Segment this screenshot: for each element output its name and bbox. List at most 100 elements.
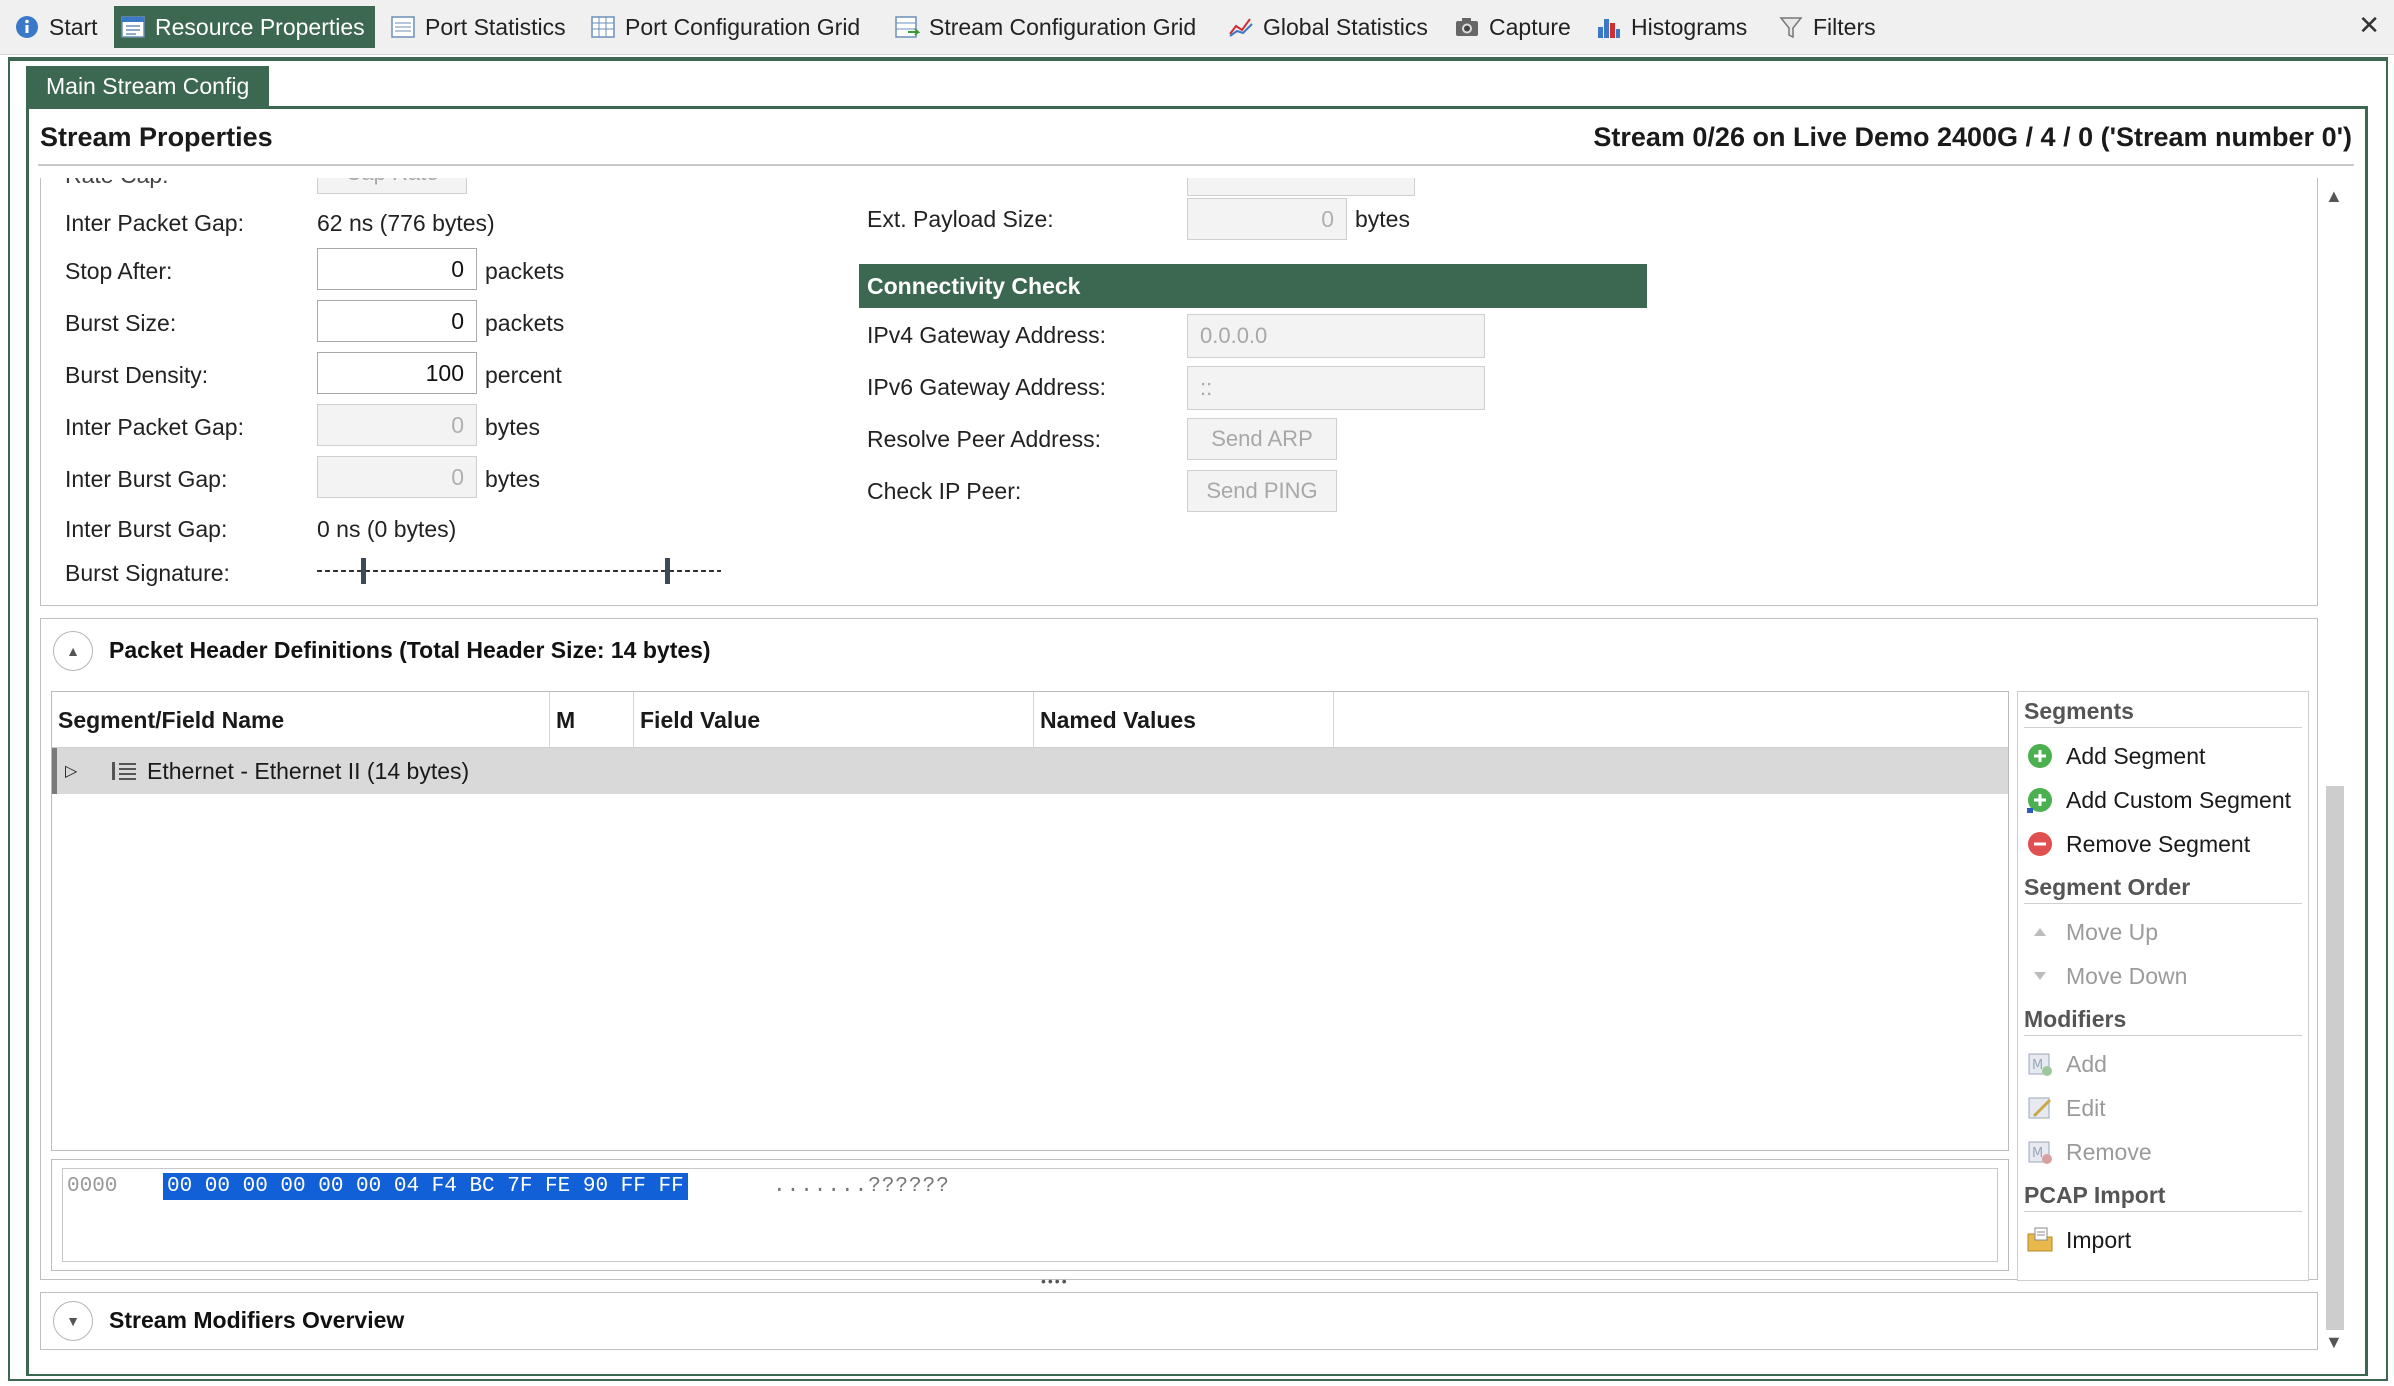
ibg-bytes-label: Inter Burst Gap: bbox=[65, 466, 228, 492]
funnel-icon bbox=[1778, 14, 1804, 40]
segments-group-title: Segments bbox=[2024, 698, 2302, 728]
splitter-handle[interactable]: •••• bbox=[1041, 1273, 1069, 1289]
arrow-down-icon bbox=[2026, 962, 2054, 990]
ipg-bytes-input[interactable]: 0 bbox=[317, 404, 477, 446]
tab-label: Capture bbox=[1489, 13, 1571, 40]
ipv6-gateway-input[interactable]: :: bbox=[1187, 366, 1485, 410]
remove-segment-button[interactable]: Remove Segment bbox=[2026, 830, 2250, 858]
tab-label: Stream Configuration Grid bbox=[929, 13, 1197, 40]
svg-text:M: M bbox=[2032, 1058, 2043, 1073]
burst-density-input[interactable]: 100 bbox=[317, 352, 477, 394]
table-row[interactable]: ▷ Ethernet - Ethernet II (14 bytes) bbox=[52, 748, 2008, 794]
add-custom-segment-button[interactable]: Add Custom Segment bbox=[2026, 786, 2291, 814]
column-header-named-values[interactable]: Named Values bbox=[1034, 692, 1334, 748]
import-button[interactable]: Import bbox=[2026, 1226, 2131, 1254]
packet-header-title: Packet Header Definitions (Total Header … bbox=[109, 637, 711, 663]
column-header-field-value[interactable]: Field Value bbox=[634, 692, 1034, 748]
hex-view: 0000 00 00 00 00 00 00 04 F4 BC 7F FE 90… bbox=[51, 1159, 2009, 1271]
expand-icon[interactable]: ▷ bbox=[65, 761, 87, 781]
tab-filters[interactable]: Filters bbox=[1778, 7, 1876, 47]
burst-size-input[interactable]: 0 bbox=[317, 300, 477, 342]
connectivity-check-header: Connectivity Check bbox=[859, 264, 1647, 308]
arrow-up-icon bbox=[2026, 918, 2054, 946]
modifier-remove-label: Remove bbox=[2066, 1138, 2152, 1165]
add-custom-segment-label: Add Custom Segment bbox=[2066, 786, 2292, 813]
collapse-icon[interactable]: ▲ bbox=[53, 631, 93, 671]
svg-text:M: M bbox=[2032, 1146, 2043, 1161]
ipv4-gateway-input[interactable]: 0.0.0.0 bbox=[1187, 314, 1485, 358]
grid-icon bbox=[590, 14, 616, 40]
minus-circle-icon bbox=[2026, 830, 2054, 858]
tab-label: Port Configuration Grid bbox=[625, 13, 861, 40]
ext-payload-input[interactable]: 0 bbox=[1187, 198, 1347, 240]
column-header-segment[interactable]: Segment/Field Name bbox=[52, 692, 550, 748]
tab-label: Filters bbox=[1813, 13, 1876, 40]
properties-scroll-area: Rate Cap: Cap Rate Inter Packet Gap: 62 … bbox=[40, 178, 2318, 1350]
partial-field[interactable] bbox=[1187, 178, 1415, 196]
ext-payload-label: Ext. Payload Size: bbox=[867, 206, 1054, 232]
tab-start[interactable]: Start bbox=[14, 7, 98, 47]
tab-main-stream-config[interactable]: Main Stream Config bbox=[26, 66, 270, 106]
modifier-add-button[interactable]: M Add bbox=[2026, 1050, 2107, 1078]
rate-cap-label: Rate Cap: bbox=[65, 178, 169, 189]
tab-stream-configuration-grid[interactable]: Stream Configuration Grid bbox=[894, 7, 1196, 47]
move-down-label: Move Down bbox=[2066, 962, 2188, 989]
burst-size-label: Burst Size: bbox=[65, 310, 177, 336]
modifier-edit-button[interactable]: Edit bbox=[2026, 1094, 2106, 1122]
tab-global-statistics[interactable]: Global Statistics bbox=[1228, 7, 1428, 47]
tab-resource-properties[interactable]: Resource Properties bbox=[114, 6, 375, 48]
modifier-edit-icon bbox=[2026, 1094, 2054, 1122]
scroll-up-icon[interactable]: ▲ bbox=[2325, 186, 2343, 207]
remove-segment-label: Remove Segment bbox=[2066, 830, 2251, 857]
burst-signature-graphic bbox=[317, 558, 721, 584]
modifier-remove-button[interactable]: M Remove bbox=[2026, 1138, 2152, 1166]
tab-histograms[interactable]: Histograms bbox=[1596, 7, 1747, 47]
tab-port-statistics[interactable]: Port Statistics bbox=[390, 7, 566, 47]
modifiers-group-title: Modifiers bbox=[2024, 1006, 2302, 1036]
ibg-bytes-unit: bytes bbox=[485, 466, 540, 492]
folder-import-icon bbox=[2026, 1226, 2054, 1254]
scroll-thumb[interactable] bbox=[2326, 786, 2344, 1330]
line-chart-icon bbox=[1228, 14, 1254, 40]
modifier-add-label: Add bbox=[2066, 1050, 2107, 1077]
tab-bar: Start Resource Properties Port Statistic… bbox=[0, 0, 2394, 55]
send-arp-button[interactable]: Send ARP bbox=[1187, 418, 1337, 460]
ibg-time-value: 0 ns (0 bytes) bbox=[317, 516, 457, 542]
page-title: Stream Properties bbox=[40, 122, 273, 152]
ipv6-gateway-label: IPv6 Gateway Address: bbox=[867, 374, 1107, 400]
packet-header-definitions-section: ▲ Packet Header Definitions (Total Heade… bbox=[40, 618, 2318, 1289]
add-segment-label: Add Segment bbox=[2066, 742, 2206, 769]
grid-arrow-icon bbox=[894, 14, 920, 40]
burst-density-unit: percent bbox=[485, 362, 562, 388]
stop-after-unit: packets bbox=[485, 258, 565, 284]
ibg-bytes-input[interactable]: 0 bbox=[317, 456, 477, 498]
ipg-bytes-label: Inter Packet Gap: bbox=[65, 414, 244, 440]
stop-after-input[interactable]: 0 bbox=[317, 248, 477, 290]
ext-payload-unit: bytes bbox=[1355, 206, 1410, 232]
burst-size-unit: packets bbox=[485, 310, 565, 336]
column-header-m[interactable]: M bbox=[550, 692, 634, 748]
segment-grid: Segment/Field Name M Field Value Named V… bbox=[51, 691, 2009, 1151]
close-icon[interactable]: ✕ bbox=[2358, 10, 2380, 40]
table-icon bbox=[390, 14, 416, 40]
scroll-down-icon[interactable]: ▼ bbox=[2325, 1332, 2343, 1353]
cap-rate-button[interactable]: Cap Rate bbox=[317, 178, 467, 194]
tab-capture[interactable]: Capture bbox=[1454, 7, 1571, 47]
hex-bytes-selection[interactable]: 00 00 00 00 00 00 04 F4 BC 7F FE 90 FF F… bbox=[163, 1173, 688, 1200]
histogram-icon bbox=[1596, 14, 1622, 40]
rate-and-connectivity-panel: Rate Cap: Cap Rate Inter Packet Gap: 62 … bbox=[40, 178, 2318, 606]
move-up-button[interactable]: Move Up bbox=[2026, 918, 2158, 946]
resolve-peer-label: Resolve Peer Address: bbox=[867, 426, 1101, 452]
info-icon bbox=[14, 14, 40, 40]
tab-label: Start bbox=[49, 13, 98, 40]
tab-port-configuration-grid[interactable]: Port Configuration Grid bbox=[590, 7, 860, 47]
expand-icon[interactable]: ▼ bbox=[53, 1301, 93, 1341]
send-ping-button[interactable]: Send PING bbox=[1187, 470, 1337, 512]
hex-editor[interactable]: 0000 00 00 00 00 00 00 04 F4 BC 7F FE 90… bbox=[62, 1168, 1998, 1262]
hex-ascii: .......?????? bbox=[773, 1175, 950, 1198]
import-label: Import bbox=[2066, 1226, 2132, 1253]
move-down-button[interactable]: Move Down bbox=[2026, 962, 2187, 990]
check-ip-peer-label: Check IP Peer: bbox=[867, 478, 1022, 504]
plus-circle-icon bbox=[2026, 742, 2054, 770]
add-segment-button[interactable]: Add Segment bbox=[2026, 742, 2205, 770]
